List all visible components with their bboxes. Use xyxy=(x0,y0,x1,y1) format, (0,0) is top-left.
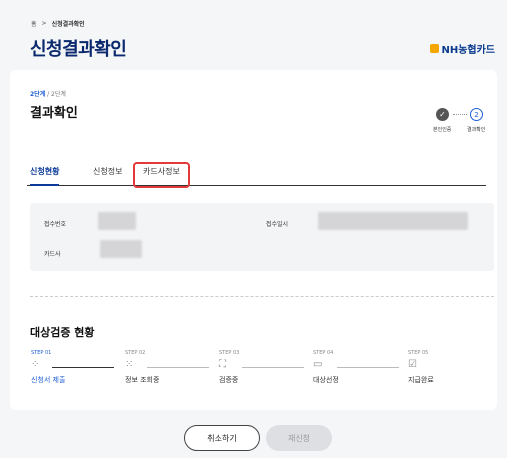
verify-status-title: 대상검증 현황 xyxy=(30,326,95,339)
tab-bar: 신청현황 신청정보 카드사정보 xyxy=(27,162,486,188)
step-indicator-current: 2단계 xyxy=(30,91,46,98)
receipt-date-label: 접수일시 xyxy=(266,221,289,228)
receipt-no-value xyxy=(98,212,136,230)
step-name: 대상선정 xyxy=(313,376,339,384)
step-name: 검증중 xyxy=(219,376,239,384)
breadcrumb-home[interactable]: 홈 xyxy=(31,19,37,28)
page-header: 홈 > 신청결과확인 신청결과확인 NH농협카드 xyxy=(0,0,507,70)
step-indicator: 2단계 / 2단계 xyxy=(30,89,66,98)
verify-step-4: STEP 04 ▭ 대상선정 xyxy=(313,350,339,385)
page-title: 신청결과확인 xyxy=(30,39,127,60)
step-code: STEP 03 xyxy=(219,350,240,356)
breadcrumb-current: 신청결과확인 xyxy=(51,21,85,28)
section-divider xyxy=(30,296,494,297)
progress-label-result: 결과확인 xyxy=(467,127,486,133)
receipt-date-value xyxy=(318,212,468,230)
verify-step-3: STEP 03 ⛶ 검증중 xyxy=(219,350,239,385)
step-code: STEP 04 xyxy=(313,350,334,356)
step-code: STEP 05 xyxy=(408,350,429,356)
reapply-button[interactable]: 재신청 xyxy=(266,425,332,451)
progress-steps: ✓ 2 본인인증 결과확인 xyxy=(432,108,492,138)
scan-icon: ⛶ xyxy=(219,359,226,370)
step-connector xyxy=(337,367,399,368)
nh-card-logo[interactable]: NH농협카드 xyxy=(430,41,495,56)
logo-text: NH농협카드 xyxy=(441,45,495,56)
section-title: 결과확인 xyxy=(30,106,78,121)
breadcrumb: 홈 > 신청결과확인 xyxy=(31,19,85,28)
logo-mark-icon xyxy=(430,44,440,53)
card-company-label: 카드사 xyxy=(44,251,61,258)
step-code: STEP 01 xyxy=(31,350,52,356)
step-code: STEP 02 xyxy=(125,350,146,356)
cancel-button[interactable]: 취소하기 xyxy=(184,425,260,451)
verify-step-5: STEP 05 ☑ 지급완료 xyxy=(408,350,434,385)
receipt-no-label: 접수번호 xyxy=(44,221,67,228)
step-name: 정보 조회중 xyxy=(125,376,160,384)
result-card: 2단계 / 2단계 결과확인 ✓ 2 본인인증 결과확인 신청현황 신청정보 카… xyxy=(10,70,497,410)
progress-connector xyxy=(453,114,467,115)
step-name: 신청서 제출 xyxy=(31,376,66,384)
progress-label-identity: 본인인증 xyxy=(433,127,452,133)
card-icon: ▭ xyxy=(313,359,323,370)
check-icon: ✓ xyxy=(436,108,449,121)
step-name: 지급완료 xyxy=(408,376,434,384)
step-indicator-total: / 2단계 xyxy=(45,91,66,98)
checkbox-icon: ☑ xyxy=(408,359,417,370)
tab-card-company-info[interactable]: 카드사정보 xyxy=(133,162,190,188)
verify-step-1: STEP 01 ⁘ 신청서 제출 xyxy=(31,350,65,385)
tab-application-info[interactable]: 신청정보 xyxy=(93,164,122,186)
progress-current-step: 2 xyxy=(470,108,483,121)
step-connector xyxy=(242,367,304,368)
tab-application-status[interactable]: 신청현황 xyxy=(30,164,60,186)
breadcrumb-separator: > xyxy=(41,20,47,27)
card-company-value xyxy=(100,240,142,258)
search-dots-icon: ⁙ xyxy=(125,359,134,370)
loading-icon: ⁘ xyxy=(31,359,40,370)
receipt-info-box: 접수번호 접수일시 카드사 xyxy=(30,203,494,271)
verify-step-2: STEP 02 ⁙ 정보 조회중 xyxy=(125,350,159,385)
